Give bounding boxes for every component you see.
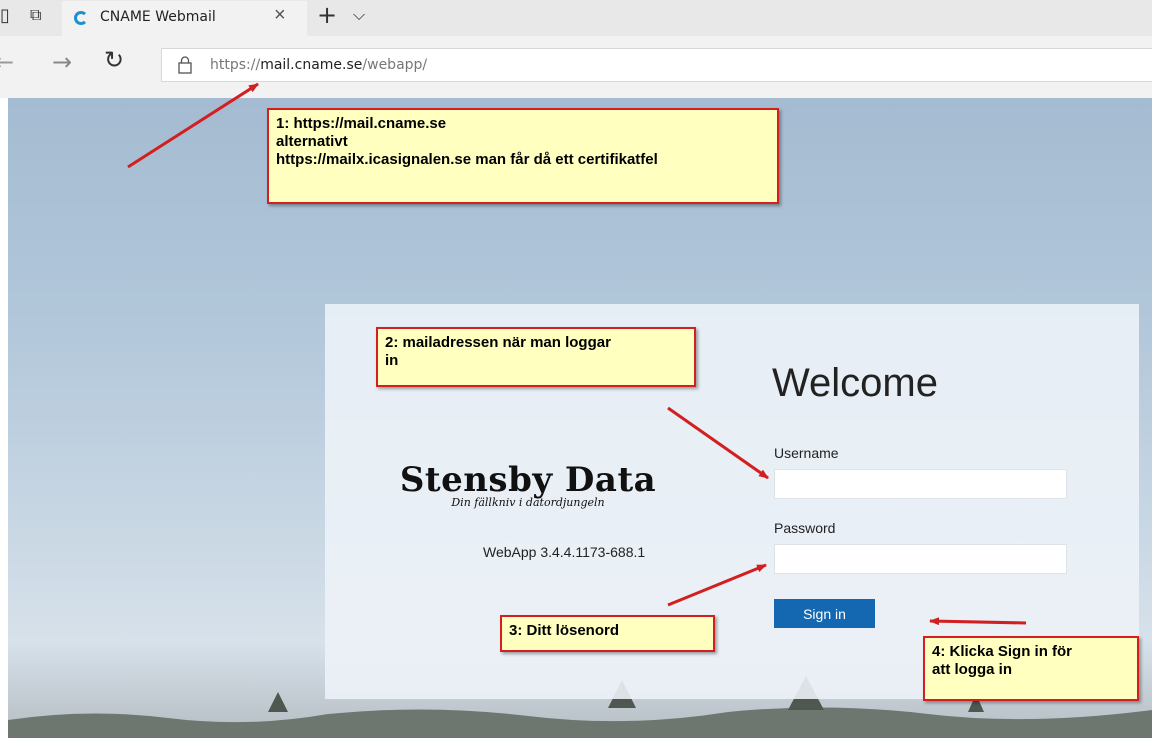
address-bar[interactable]: https://mail.cname.se/webapp/: [161, 48, 1152, 82]
browser-nav-bar: ← → ↻ https://mail.cname.se/webapp/: [0, 36, 1152, 98]
sign-in-button[interactable]: Sign in: [774, 599, 875, 628]
password-label: Password: [774, 520, 836, 536]
tab-title: CNAME Webmail: [100, 9, 216, 25]
url-path: /webapp/: [362, 57, 428, 73]
webapp-version: WebApp 3.4.4.1173-688.1: [483, 544, 646, 560]
username-input[interactable]: [774, 469, 1067, 499]
cname-favicon-icon: [74, 11, 88, 25]
forward-arrow-icon[interactable]: →: [52, 48, 72, 76]
password-input[interactable]: [774, 544, 1067, 574]
logo-title: Stensby Data: [399, 460, 657, 500]
url-text[interactable]: https://mail.cname.se/webapp/: [210, 57, 427, 73]
refresh-icon[interactable]: ↻: [104, 46, 124, 74]
tab-close-icon[interactable]: ×: [274, 4, 286, 27]
tab-preview-icon[interactable]: ⧉: [30, 5, 41, 25]
annotation-callout-1: 1: https://mail.cname.se alternativt htt…: [267, 108, 779, 204]
annotation-callout-4: 4: Klicka Sign in för att logga in: [923, 636, 1139, 701]
browser-tab[interactable]: CNAME Webmail ×: [62, 1, 307, 36]
url-host: mail.cname.se: [260, 57, 363, 73]
lock-icon: [178, 56, 192, 74]
tab-menu-chevron-icon[interactable]: ⌵: [353, 5, 365, 25]
annotation-callout-2: 2: mailadressen när man loggar in: [376, 327, 696, 387]
annotation-callout-3: 3: Ditt lösenord: [500, 615, 715, 652]
new-tab-icon[interactable]: +: [317, 1, 337, 29]
welcome-heading: Welcome: [772, 361, 938, 405]
browser-tab-bar: ▯ ⧉ CNAME Webmail × + ⌵: [0, 0, 1152, 36]
stensby-data-logo: Stensby Data Din fällkniv i datordjungel…: [397, 462, 659, 509]
window-edge-icon: ▯: [0, 5, 10, 26]
username-label: Username: [774, 445, 839, 461]
url-scheme: https://: [210, 57, 261, 73]
back-arrow-icon[interactable]: ←: [0, 48, 14, 76]
